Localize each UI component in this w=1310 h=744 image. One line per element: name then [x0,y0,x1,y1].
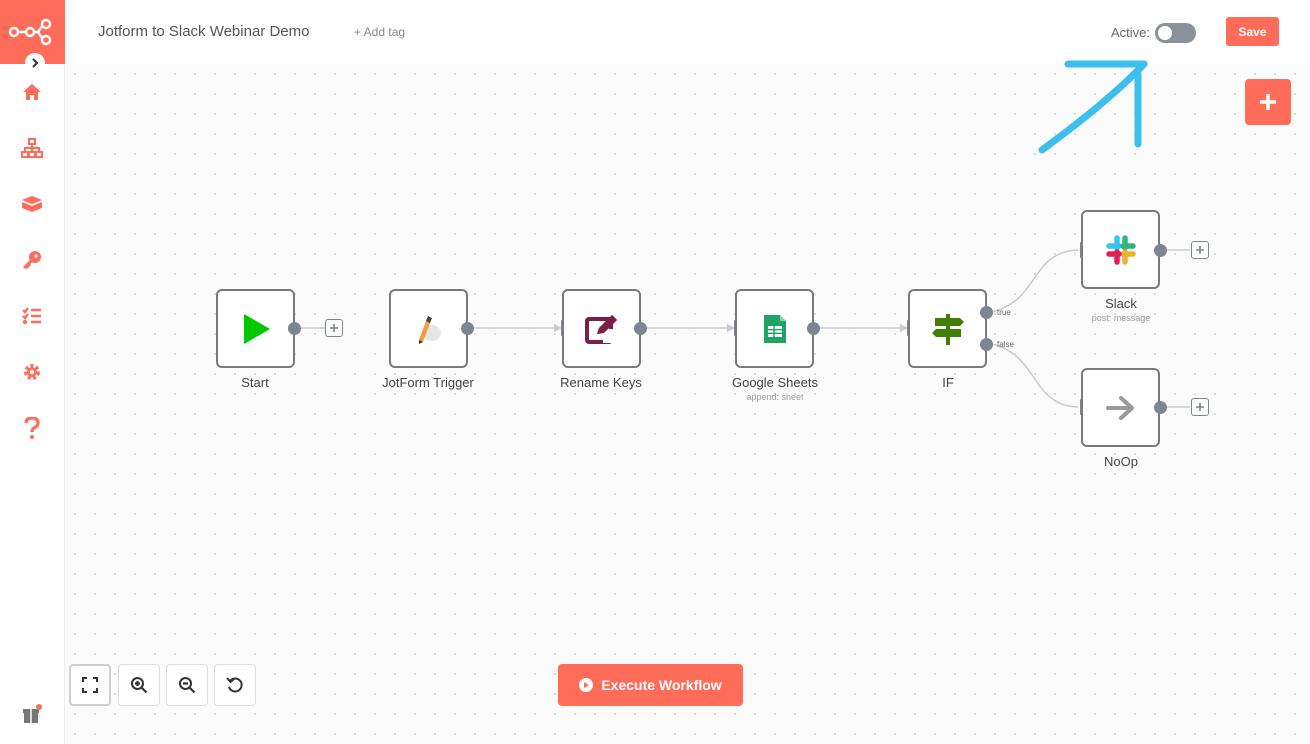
node-noop[interactable] [1081,368,1160,447]
node-label-rename: Rename Keys [560,375,642,390]
zoom-to-fit-button[interactable] [69,664,111,706]
noop-output-port[interactable] [1154,401,1167,414]
if-false-label: false [997,340,1014,349]
node-subtitle-sheets: append: sheet [746,392,804,402]
plus-small-icon [1196,246,1204,254]
node-label-sheets: Google Sheets [731,375,818,390]
start-add-connection-button[interactable] [325,319,343,337]
undo-icon [226,677,243,693]
play-icon [243,313,270,344]
node-label-jotform: JotForm Trigger [382,375,474,390]
node-label-slack: Slack [1105,296,1137,311]
node-subtitle-slack: post: message [1091,313,1151,323]
node-label-noop: NoOp [1104,454,1138,469]
node-jotform-trigger[interactable] [389,289,468,368]
node-label-if: IF [942,375,954,390]
plus-icon [1260,94,1276,110]
zoom-out-button[interactable] [166,664,208,706]
if-true-output-port[interactable] [980,306,993,319]
slack-icon [1105,234,1136,265]
jotform-output-port[interactable] [461,322,474,335]
arrow-right-icon [1105,395,1134,420]
slack-output-port[interactable] [1154,244,1167,257]
rename-output-port[interactable] [634,322,647,335]
reset-zoom-button[interactable] [214,664,256,706]
noop-add-connection-button[interactable] [1191,398,1209,416]
node-if[interactable] [908,289,987,368]
zoom-in-icon [131,677,148,694]
signpost-icon [931,313,964,345]
plus-small-icon [330,324,338,332]
start-output-port[interactable] [288,322,301,335]
fullscreen-icon [82,677,98,693]
zoom-out-icon [179,677,196,694]
add-node-button[interactable] [1245,79,1291,125]
sheets-output-port[interactable] [807,322,820,335]
zoom-in-button[interactable] [118,664,160,706]
slack-add-connection-button[interactable] [1191,241,1209,259]
play-circle-icon [579,678,594,692]
node-google-sheets[interactable] [735,289,814,368]
if-true-label: true [997,308,1011,317]
node-label-start: Start [241,375,269,390]
if-false-output-port[interactable] [980,338,993,351]
execute-workflow-button[interactable]: Execute Workflow [558,664,743,706]
edit-icon [584,314,617,344]
node-start[interactable] [216,289,295,368]
plus-small-icon [1196,403,1204,411]
node-slack[interactable] [1081,210,1160,289]
google-sheets-icon [763,314,786,343]
jotform-icon [418,315,441,344]
execute-workflow-label: Execute Workflow [601,677,722,693]
node-rename-keys[interactable] [562,289,641,368]
